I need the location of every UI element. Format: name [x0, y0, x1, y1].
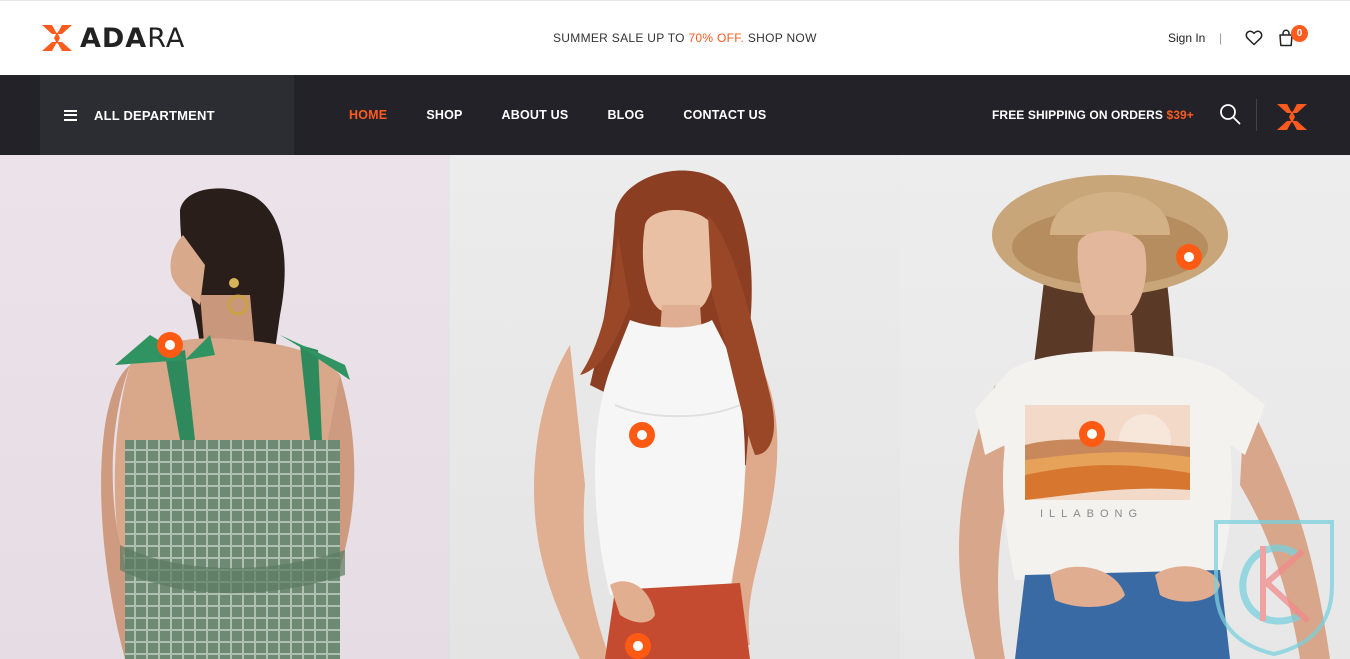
free-shipping-notice: FREE SHIPPING ON ORDERS $39+: [992, 108, 1194, 122]
sign-in-link[interactable]: Sign In: [1168, 31, 1205, 45]
top-header: ADARA SUMMER SALE UP TO 70% OFF. SHOP NO…: [0, 0, 1350, 75]
promo-highlight: 70% OFF.: [688, 31, 745, 45]
promo-prefix: SUMMER SALE UP TO: [553, 31, 685, 45]
promo-banner[interactable]: SUMMER SALE UP TO 70% OFF. SHOP NOW: [553, 31, 817, 45]
model-image-2: [534, 170, 778, 659]
nav-item-shop[interactable]: SHOP: [426, 108, 462, 122]
nav-divider: [1256, 99, 1257, 131]
lookbook-panel-1: [0, 155, 450, 659]
tshirt-print-text: ILLABONG: [1040, 508, 1143, 520]
watermark-emblem: [1214, 520, 1334, 656]
all-department-button[interactable]: ALL DEPARTMENT: [40, 75, 294, 155]
nav-item-about-us[interactable]: ABOUT US: [502, 108, 569, 122]
product-hotspot[interactable]: [157, 332, 183, 358]
header-separator: |: [1219, 31, 1223, 45]
brand-logo-icon: [42, 25, 72, 51]
shipping-amount: $39+: [1166, 108, 1194, 122]
product-hotspot[interactable]: [1176, 244, 1202, 270]
product-hotspot[interactable]: [625, 633, 651, 659]
lookbook-panel-2: [450, 155, 900, 659]
nav-item-home[interactable]: HOME: [349, 108, 387, 122]
heart-icon[interactable]: [1245, 30, 1263, 46]
cart-count-badge: 0: [1291, 25, 1308, 42]
nav-item-blog[interactable]: BLOG: [607, 108, 644, 122]
shipping-text: FREE SHIPPING ON ORDERS: [992, 108, 1163, 122]
brand-name: ADARA: [80, 22, 186, 54]
nav-item-contact-us[interactable]: CONTACT US: [683, 108, 766, 122]
promo-suffix[interactable]: SHOP NOW: [748, 31, 817, 45]
product-hotspot[interactable]: [1079, 421, 1105, 447]
primary-menu: HOME SHOP ABOUT US BLOG CONTACT US: [349, 108, 805, 122]
model-image-1: [101, 188, 355, 659]
brand-mark-icon[interactable]: [1275, 100, 1309, 134]
product-hotspot[interactable]: [629, 422, 655, 448]
search-icon[interactable]: [1219, 103, 1241, 125]
menu-icon: [64, 109, 77, 121]
all-department-label: ALL DEPARTMENT: [94, 107, 215, 123]
main-navigation: ALL DEPARTMENT HOME SHOP ABOUT US BLOG C…: [0, 75, 1350, 155]
brand-logo[interactable]: ADARA: [40, 21, 185, 55]
